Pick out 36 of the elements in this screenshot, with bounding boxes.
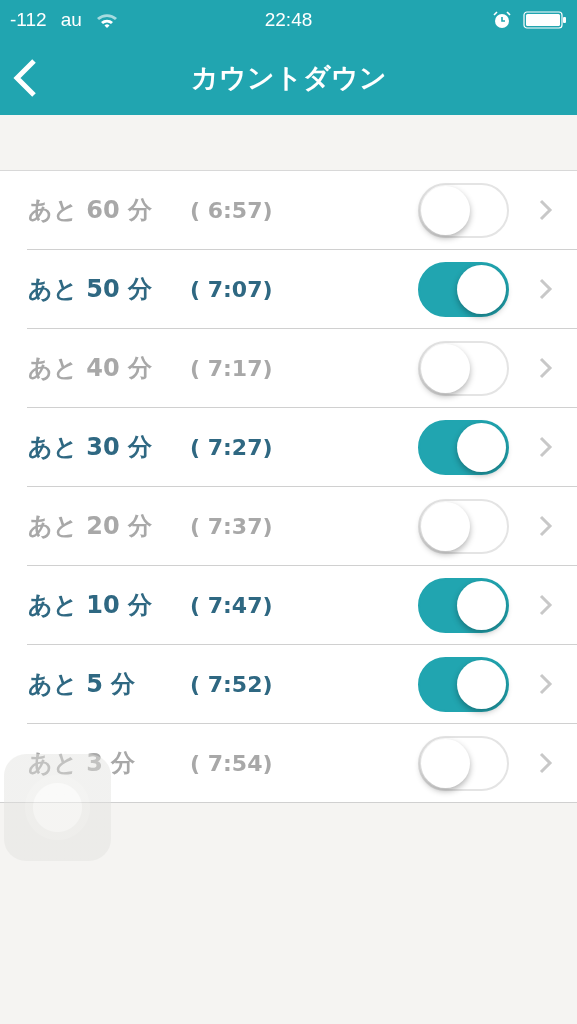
battery-icon <box>523 11 567 29</box>
chevron-icon[interactable] <box>539 673 553 695</box>
signal-strength: -112 <box>10 9 47 31</box>
alarm-time: ( 7:54) <box>190 750 273 776</box>
countdown-label: あと 60 分 <box>28 195 154 226</box>
countdown-label: あと 5 分 <box>28 669 137 700</box>
alarm-icon <box>493 11 511 29</box>
countdown-label: あと 30 分 <box>28 432 154 463</box>
toggle-switch[interactable] <box>418 261 509 317</box>
chevron-icon[interactable] <box>539 515 553 537</box>
nav-title: カウントダウン <box>190 60 387 95</box>
countdown-label: あと 40 分 <box>28 353 154 384</box>
chevron-icon[interactable] <box>539 357 553 379</box>
chevron-icon[interactable] <box>539 199 553 221</box>
carrier-name: au <box>60 9 82 31</box>
alarm-time: ( 7:07) <box>190 276 273 302</box>
toggle-switch[interactable] <box>418 419 509 475</box>
countdown-label: あと 10 分 <box>28 590 154 621</box>
chevron-icon[interactable] <box>539 436 553 458</box>
toggle-switch[interactable] <box>418 577 509 633</box>
alarm-time: ( 7:17) <box>190 355 273 381</box>
chevron-icon[interactable] <box>539 278 553 300</box>
countdown-label: あと 50 分 <box>28 274 154 305</box>
chevron-icon[interactable] <box>539 594 553 616</box>
alarm-time: ( 7:47) <box>190 592 273 618</box>
alarm-time: ( 6:57) <box>190 197 273 223</box>
toggle-switch[interactable] <box>418 656 509 712</box>
back-button[interactable] <box>12 57 38 98</box>
countdown-label: あと 20 分 <box>28 511 154 542</box>
alarm-time: ( 7:27) <box>190 434 273 460</box>
wifi-icon <box>95 12 118 28</box>
clock-time: 22:48 <box>264 9 313 31</box>
assistive-touch-button[interactable] <box>4 754 111 861</box>
chevron-icon[interactable] <box>539 752 553 774</box>
alarm-time: ( 7:37) <box>190 513 273 539</box>
alarm-time: ( 7:52) <box>190 671 273 697</box>
